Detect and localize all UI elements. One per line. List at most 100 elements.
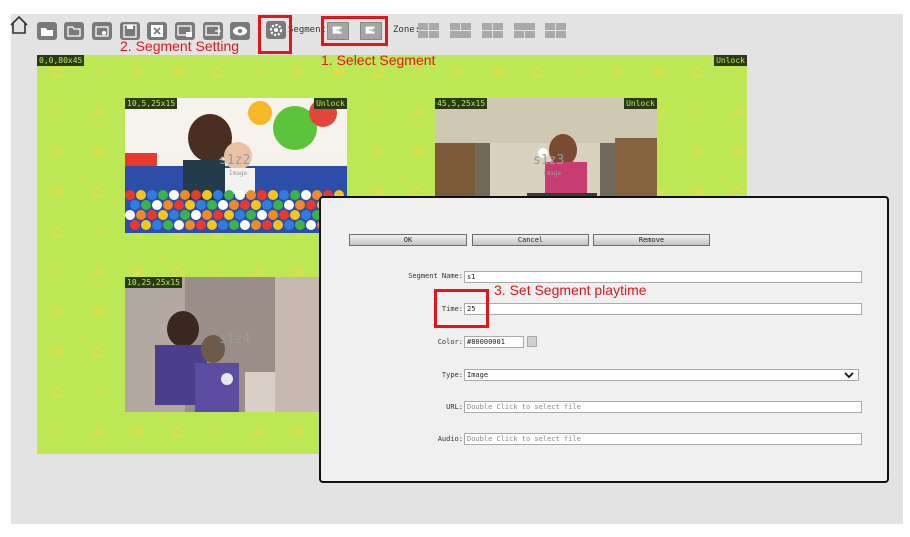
ball: [306, 200, 316, 210]
ball: [257, 210, 267, 220]
folder-icon[interactable]: [64, 22, 84, 40]
ball: [125, 190, 135, 200]
pattern-glyph: ✿: [51, 63, 66, 83]
pattern-glyph: ❀: [731, 103, 746, 123]
audio-input[interactable]: Double Click to select file: [464, 433, 862, 445]
pattern-glyph: ❀: [611, 63, 626, 83]
ball: [207, 220, 217, 230]
pattern-glyph: ☼: [371, 103, 387, 123]
ball: [290, 210, 300, 220]
pattern-glyph: ❀: [371, 143, 386, 163]
pattern-glyph: ❀: [51, 303, 66, 323]
ball: [251, 200, 261, 210]
ball: [141, 220, 151, 230]
zone-layout-2-button[interactable]: [450, 23, 471, 38]
pattern-glyph: ✿: [211, 63, 226, 83]
zone-s1z2[interactable]: 10,5,25x15 Unlock s1z2 Image: [125, 98, 347, 233]
ball: [246, 190, 256, 200]
pattern-glyph: ✱: [51, 343, 66, 363]
color-input[interactable]: #80000001: [464, 336, 524, 348]
ok-button[interactable]: OK: [349, 234, 467, 246]
segment-setting-highlight: [258, 15, 292, 54]
zone-layout-1-button[interactable]: [418, 23, 439, 38]
segment-settings-dialog: OK Cancel Remove Segment Name: s1 Time: …: [319, 196, 889, 483]
zone-info-tag: 10,5,25x15: [125, 98, 178, 109]
type-select[interactable]: Image: [464, 369, 859, 381]
zone-name-label: s1z2: [219, 153, 251, 168]
pattern-glyph: ☼: [211, 423, 227, 443]
ball: [174, 220, 184, 230]
pattern-glyph: ☼: [51, 103, 67, 123]
pattern-glyph: ✿: [51, 383, 66, 403]
ball: [218, 220, 228, 230]
ball: [163, 220, 173, 230]
ball: [284, 200, 294, 210]
ball: [152, 220, 162, 230]
zone-layout-4-button[interactable]: [514, 23, 535, 38]
pattern-glyph: ✿: [91, 183, 106, 203]
pattern-glyph: ✱: [291, 423, 306, 443]
pattern-glyph: ❀: [91, 263, 106, 283]
ball: [268, 190, 278, 200]
ball: [229, 200, 239, 210]
pattern-glyph: ☼: [91, 223, 107, 243]
ball: [196, 200, 206, 210]
zone-layout-3-button[interactable]: [482, 23, 503, 38]
pattern-glyph: ✱: [91, 143, 106, 163]
zone-info-tag: 10,25,25x15: [125, 277, 182, 288]
open-folder-icon[interactable]: [37, 22, 57, 40]
pattern-glyph: ❀: [691, 143, 706, 163]
home-icon[interactable]: [9, 15, 29, 35]
pattern-glyph: ☼: [691, 103, 707, 123]
canvas-lock-tag[interactable]: Unlock: [714, 55, 747, 66]
pattern-glyph: ❀: [411, 103, 426, 123]
canvas-info-tag: 0,0,80x45: [37, 55, 85, 66]
zone-layout-5-button[interactable]: [545, 23, 566, 38]
zone-type-label: Image: [543, 170, 562, 177]
url-input[interactable]: Double Click to select file: [464, 401, 862, 413]
ball: [240, 200, 250, 210]
pattern-glyph: ✱: [651, 63, 666, 83]
pattern-glyph: ❀: [251, 423, 266, 443]
ball: [136, 210, 146, 220]
ball: [295, 220, 305, 230]
ball: [224, 190, 234, 200]
ball: [213, 190, 223, 200]
color-swatch[interactable]: [527, 336, 537, 347]
audio-label: Audio:: [437, 435, 463, 443]
ball: [158, 210, 168, 220]
pattern-glyph: ❀: [131, 63, 146, 83]
cancel-button[interactable]: Cancel: [472, 234, 589, 246]
ball: [196, 220, 206, 230]
time-input[interactable]: 25: [464, 303, 862, 315]
ball: [301, 210, 311, 220]
zone-name-label: s1z3: [533, 153, 565, 168]
ball: [273, 200, 283, 210]
color-label: Color:: [437, 338, 463, 346]
remove-button[interactable]: Remove: [593, 234, 710, 246]
ball: [306, 220, 316, 230]
segment-name-label: Segment Name:: [408, 272, 463, 280]
new-window-icon[interactable]: [92, 22, 112, 40]
pattern-glyph: ✿: [531, 63, 546, 83]
zone-lock-tag[interactable]: Unlock: [624, 98, 657, 109]
type-select-value: Image: [467, 371, 489, 379]
zone-info-tag: 45,5,25x15: [435, 98, 488, 109]
pattern-glyph: ✱: [491, 63, 506, 83]
ball: [141, 200, 151, 210]
pattern-glyph: ❀: [451, 63, 466, 83]
ball: [279, 190, 289, 200]
ball: [240, 220, 250, 230]
pattern-glyph: ☼: [731, 63, 747, 83]
ball: [246, 210, 256, 220]
zone-lock-tag[interactable]: Unlock: [314, 98, 347, 109]
select-segment-highlight: [321, 16, 388, 46]
zone-label: Zone:: [393, 25, 421, 35]
pattern-glyph: ❀: [91, 423, 106, 443]
ball: [130, 200, 140, 210]
zone-s1z4[interactable]: 10,25,25x15 s1z4: [125, 277, 347, 412]
ball: [207, 200, 217, 210]
ball: [158, 190, 168, 200]
ball: [213, 210, 223, 220]
ball: [229, 220, 239, 230]
